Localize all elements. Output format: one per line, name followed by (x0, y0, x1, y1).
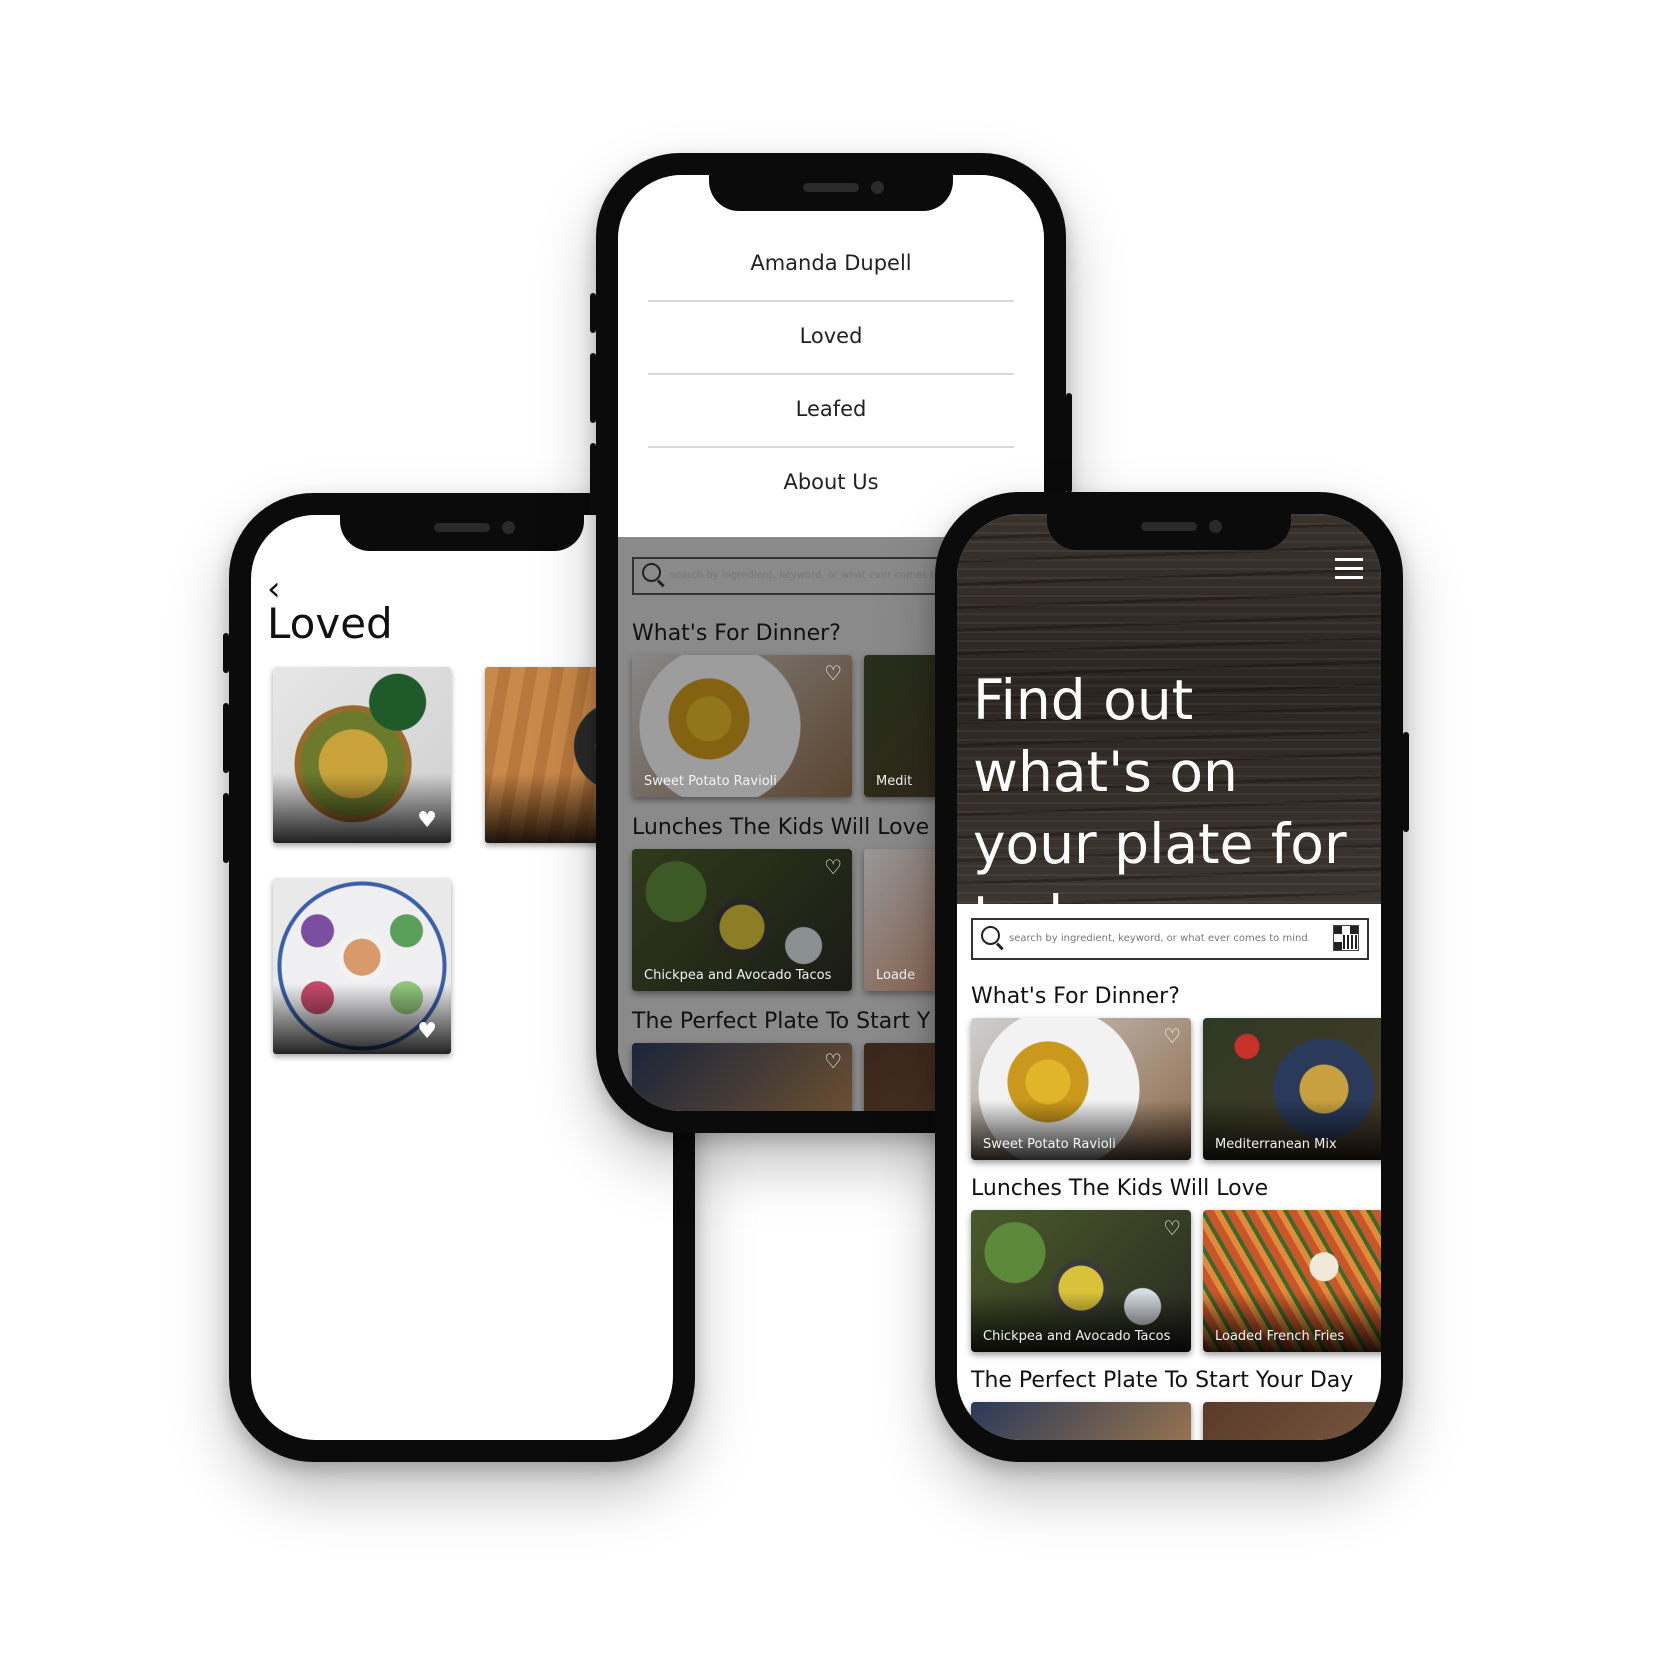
recipe-card-label: Sweet Potato Ravioli (644, 774, 777, 789)
section-title: Lunches The Kids Will Love (632, 815, 930, 840)
recipe-card-label: Chickpea and Avocado Tacos (644, 968, 832, 983)
phone-notch (1047, 514, 1291, 550)
heart-outline-icon[interactable]: ♡ (824, 661, 842, 685)
section-title: The Perfect Plate To Start Your Day (971, 1368, 1354, 1393)
phone-side-button (223, 633, 229, 673)
home-screen: Find out what's on your plate for today.… (957, 514, 1381, 1440)
phone-side-button (223, 703, 229, 773)
phone-side-button (590, 353, 596, 423)
recipe-card-label: Loaded French Fries (1215, 1329, 1345, 1344)
loved-item-tile[interactable]: ♥ (273, 667, 451, 843)
heart-outline-icon[interactable]: ♡ (1163, 1216, 1181, 1240)
loved-item-tile[interactable]: ♥ (273, 878, 451, 1054)
search-icon (981, 926, 1000, 945)
recipe-card-label: Loade (876, 968, 916, 983)
recipe-card[interactable]: Loaded French Fries (1203, 1210, 1381, 1352)
hamburger-menu-icon[interactable] (1335, 558, 1363, 580)
menu-item-about-us[interactable]: About Us (648, 446, 1014, 519)
recipe-card-label: Mediterranean Mix (1215, 1137, 1337, 1152)
recipe-card[interactable]: ♡ (632, 1043, 852, 1111)
recipe-card[interactable]: Mediterranean Mix (1203, 1018, 1381, 1160)
heart-outline-icon[interactable]: ♡ (824, 1049, 842, 1073)
phone-side-button (223, 793, 229, 863)
search-icon (642, 563, 661, 582)
phone-home-screen: Find out what's on your plate for today.… (935, 492, 1409, 1462)
recipe-card[interactable] (971, 1402, 1191, 1440)
recipe-card-label: Medit (876, 774, 913, 789)
section-title: What's For Dinner? (971, 984, 1180, 1009)
page-title: Loved (267, 599, 393, 648)
search-input[interactable]: search by ingredient, keyword, or what e… (971, 918, 1369, 960)
recipe-card[interactable] (1203, 1402, 1381, 1440)
section-title: The Perfect Plate To Start Y (632, 1009, 931, 1034)
recipe-card[interactable]: ♡ Sweet Potato Ravioli (971, 1018, 1191, 1160)
recipe-card-label: Chickpea and Avocado Tacos (983, 1329, 1171, 1344)
menu-item-profile[interactable]: Amanda Dupell (648, 227, 1014, 302)
menu-item-leafed[interactable]: Leafed (648, 373, 1014, 448)
recipe-card-label: Sweet Potato Ravioli (983, 1137, 1116, 1152)
hero-banner: Find out what's on your plate for today. (957, 514, 1381, 948)
menu-item-loved[interactable]: Loved (648, 300, 1014, 375)
section-title: Lunches The Kids Will Love (971, 1176, 1269, 1201)
phone-side-button (1403, 732, 1409, 832)
hero-title: Find out what's on your plate for today. (973, 668, 1347, 948)
search-placeholder: search by ingredient, keyword, or what e… (670, 570, 941, 581)
phone-notch (709, 175, 953, 211)
heart-filled-icon[interactable]: ♥ (417, 808, 437, 833)
heart-filled-icon[interactable]: ♥ (417, 1019, 437, 1044)
recipe-card[interactable]: ♡ Chickpea and Avocado Tacos (632, 849, 852, 991)
recipe-card[interactable]: ♡ Sweet Potato Ravioli (632, 655, 852, 797)
phone-side-button (590, 293, 596, 333)
phone-notch (340, 515, 584, 551)
heart-outline-icon[interactable]: ♡ (824, 855, 842, 879)
phone-side-button (590, 443, 596, 513)
search-placeholder: search by ingredient, keyword, or what e… (1009, 933, 1309, 944)
navigation-menu: Amanda Dupell Loved Leafed About Us (618, 175, 1044, 537)
search-input[interactable]: search by ingredient, keyword, or what e… (632, 557, 952, 595)
heart-outline-icon[interactable]: ♡ (1163, 1024, 1181, 1048)
phone-side-button (1066, 393, 1072, 493)
section-title: What's For Dinner? (632, 621, 841, 646)
qr-code-icon[interactable] (1333, 925, 1359, 951)
recipe-card[interactable]: ♡ Chickpea and Avocado Tacos (971, 1210, 1191, 1352)
